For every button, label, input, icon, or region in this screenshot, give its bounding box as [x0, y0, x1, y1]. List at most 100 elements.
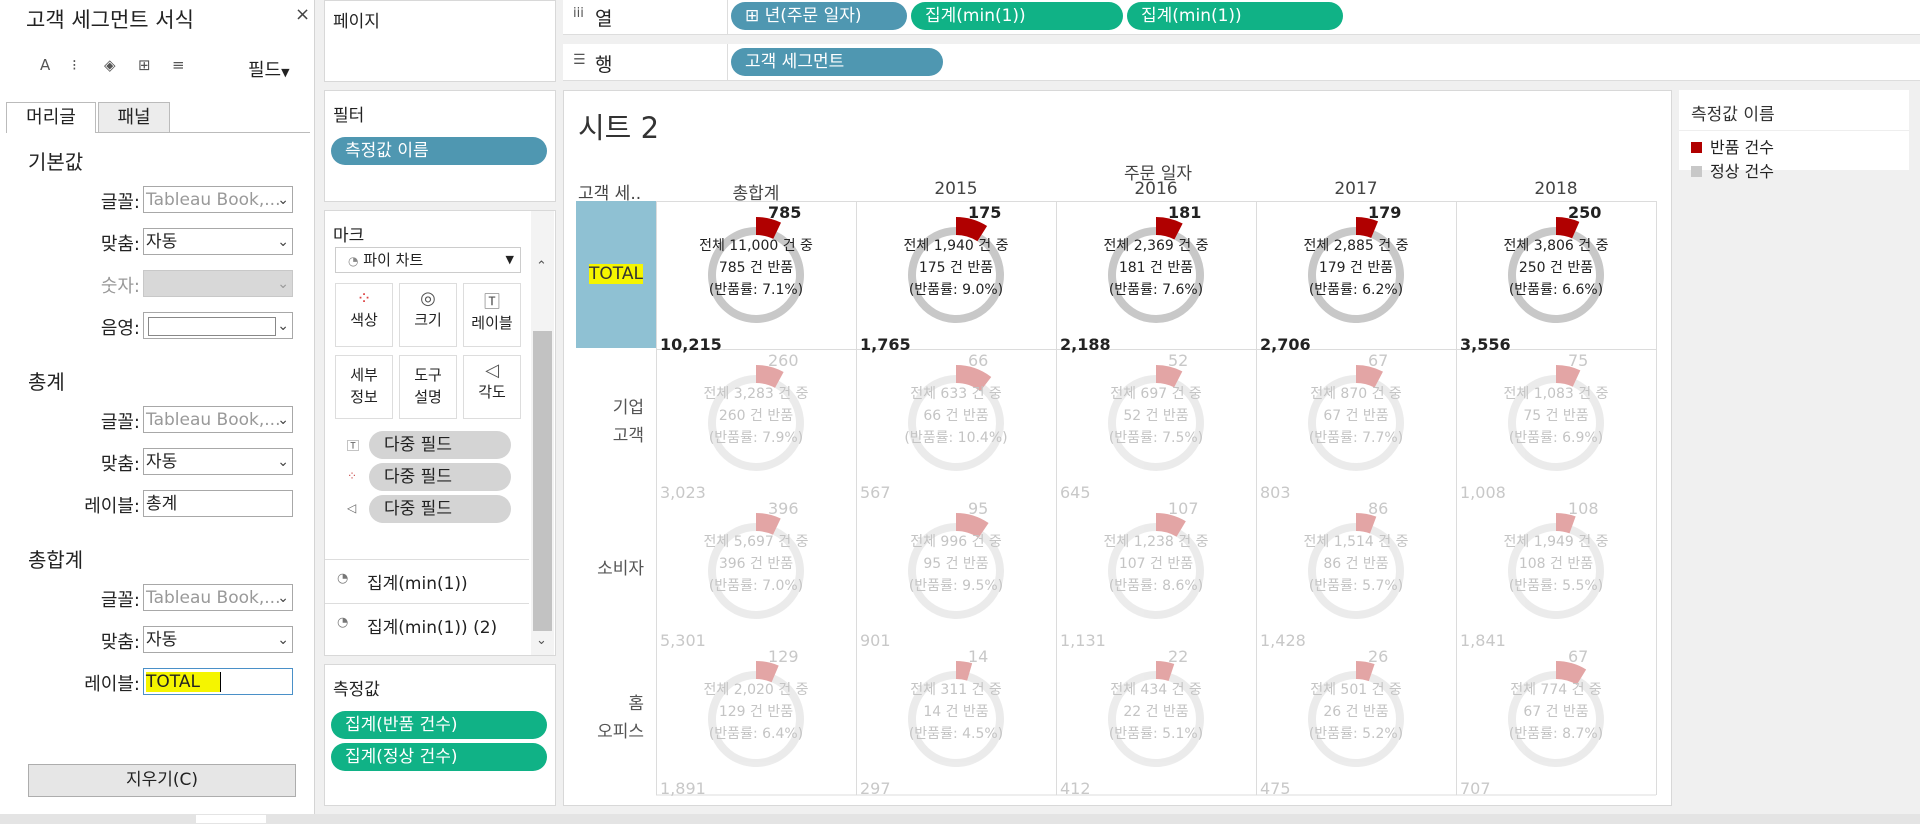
font-tool-icon[interactable]: A	[40, 56, 50, 74]
filters-shelf[interactable]: 필터 측정값 이름	[324, 90, 556, 202]
default-align-select[interactable]: 자동 ⌄	[143, 228, 293, 255]
color-button[interactable]: ⁘ 색상	[335, 283, 393, 347]
pie-label-line: 전체 774 건 중	[1510, 682, 1602, 698]
pie-label-3-3: 전체 501 건 중 26 건 반품 (반품률: 5.2%)	[1276, 679, 1436, 745]
tooltip-button-label: 도구 설명	[414, 366, 442, 406]
legend-item-normal[interactable]: 정상 건수	[1691, 158, 1774, 182]
horizontal-scrollbar[interactable]	[0, 814, 1920, 824]
multi-field-pill-angle[interactable]: 다중 필드	[369, 495, 511, 523]
field-dropdown-button[interactable]: 필드▼	[248, 56, 290, 82]
measure-pill-returns[interactable]: 집계(반품 건수)	[331, 711, 547, 739]
pie-label-line: (반품률: 7.1%)	[708, 282, 804, 298]
pie-label-3-1: 전체 311 건 중 14 건 반품 (반품률: 4.5%)	[876, 679, 1036, 745]
pie-label-line: 전체 11,000 건 중	[699, 238, 813, 254]
close-icon[interactable]: ×	[295, 4, 310, 25]
marks-scrollbar[interactable]: ⌃ ⌄	[531, 211, 554, 655]
grand-font-select[interactable]: Tableau Book,... ⌄	[143, 584, 293, 611]
chevron-down-icon: ⌄	[277, 276, 289, 292]
pie-label-line: 260 건 반품	[718, 408, 794, 424]
label-button-label: 레이블	[471, 314, 513, 332]
worksheet-view: 시트 2 주문 일자 고객 세.. 총합계 2015 2016 2017 2018 TO…	[563, 90, 1672, 806]
label-icon: 🅃	[483, 292, 500, 311]
default-shade-select[interactable]: ⌄	[143, 312, 293, 339]
shade-swatch	[148, 317, 276, 336]
totals-label-input[interactable]: 총계	[143, 490, 293, 517]
pie-label-line: 67 건 반품	[1523, 704, 1589, 720]
measure-pill-normal[interactable]: 집계(정상 건수)	[331, 743, 547, 771]
borders-tool-icon[interactable]: ⊞	[138, 56, 151, 74]
totals-font-select[interactable]: Tableau Book,... ⌄	[143, 406, 293, 433]
pie-label-line: 14 건 반품	[923, 704, 989, 720]
columns-shelf[interactable]: iii 열 ⊞ 년(주문 일자) 집계(min(1)) 집계(min(1))	[563, 0, 1920, 35]
tab-pane[interactable]: 패널	[98, 102, 170, 132]
columns-label: 열	[595, 8, 613, 30]
column-pill-order-year[interactable]: ⊞ 년(주문 일자)	[731, 2, 907, 30]
size-button[interactable]: ◎ 크기	[399, 283, 457, 347]
pages-title: 페이지	[333, 12, 380, 32]
pie-label-line: (반품률: 8.6%)	[1108, 578, 1204, 594]
grand-align-label: 맞춤:	[100, 632, 140, 653]
pie-label-line: 66 건 반품	[923, 408, 989, 424]
grand-label-input[interactable]: TOTAL	[143, 668, 293, 695]
grand-label-label: 레이블:	[84, 674, 140, 695]
totals-align-select[interactable]: 자동 ⌄	[143, 448, 293, 475]
column-pill-min1-b[interactable]: 집계(min(1))	[1127, 2, 1343, 30]
pages-shelf[interactable]: 페이지	[324, 0, 556, 82]
pie-label-line: 전체 1,949 건 중	[1503, 534, 1609, 550]
label-button[interactable]: 🅃 레이블	[463, 283, 521, 347]
chevron-down-icon: ⌄	[277, 590, 289, 606]
multi-field-pill-label[interactable]: 다중 필드	[369, 431, 511, 459]
grand-align-select[interactable]: 자동 ⌄	[143, 626, 293, 653]
returns-value: 75	[1568, 351, 1589, 370]
pie-label-0-1: 전체 1,940 건 중 175 건 반품 (반품률: 9.0%)	[876, 235, 1036, 301]
row-pill-customer-segment[interactable]: 고객 세그먼트	[731, 48, 943, 76]
rows-shelf[interactable]: ☰ 행 고객 세그먼트	[563, 44, 1920, 81]
legend-swatch-returns	[1691, 142, 1702, 153]
pie-label-line: 181 건 반품	[1118, 260, 1194, 276]
legend-label-normal: 정상 건수	[1710, 162, 1774, 181]
default-font-value: Tableau Book,...	[146, 190, 281, 210]
multi-field-pill-color[interactable]: 다중 필드	[369, 463, 511, 491]
pie-label-line: 전체 434 건 중	[1110, 682, 1202, 698]
default-font-label: 글꼴:	[100, 192, 140, 213]
default-font-select[interactable]: Tableau Book,... ⌄	[143, 186, 293, 213]
shading-tool-icon[interactable]: ◈	[104, 56, 116, 74]
pie-label-line: 52 건 반품	[1123, 408, 1189, 424]
normal-value: 645	[1060, 483, 1091, 502]
mark-type-select[interactable]: ◔ 파이 차트 ▼	[335, 247, 521, 273]
returns-value: 785	[768, 203, 802, 222]
angle-button[interactable]: ◁ 각도	[463, 355, 521, 419]
detail-button[interactable]: 세부 정보	[335, 355, 393, 419]
aggregate-tab-1[interactable]: 집계(min(1))	[367, 569, 468, 594]
scrollbar-thumb[interactable]	[533, 331, 552, 631]
pie-label-line: (반품률: 5.2%)	[1308, 726, 1404, 742]
color-button-label: 색상	[350, 311, 378, 329]
pie-label-2-3: 전체 1,514 건 중 86 건 반품 (반품률: 5.7%)	[1276, 531, 1436, 597]
alignment-tool-icon[interactable]: ⁝	[72, 56, 77, 74]
pie-label-line: (반품률: 9.0%)	[908, 282, 1004, 298]
scrollbar-thumb[interactable]	[196, 815, 266, 823]
clear-button[interactable]: 지우기(C)	[28, 764, 296, 797]
returns-value: 108	[1568, 499, 1599, 518]
color-icon: ⁘	[356, 288, 372, 309]
chevron-up-icon[interactable]: ⌃	[536, 259, 547, 274]
format-pane-title: 고객 세그먼트 서식	[26, 8, 194, 32]
size-button-label: 크기	[414, 311, 442, 329]
measure-values-title: 측정값	[333, 680, 380, 700]
column-pill-min1-a[interactable]: 집계(min(1))	[911, 2, 1123, 30]
measure-values-shelf[interactable]: 측정값 집계(반품 건수) 집계(정상 건수)	[324, 664, 556, 806]
aggregate-tab-2[interactable]: 집계(min(1)) (2)	[367, 613, 497, 638]
pie-label-3-0: 전체 2,020 건 중 129 건 반품 (반품률: 6.4%)	[676, 679, 836, 745]
legend-item-returns[interactable]: 반품 건수	[1691, 134, 1774, 158]
normal-value: 2,188	[1060, 335, 1111, 354]
pie-icon: ◔	[337, 571, 349, 586]
tooltip-button[interactable]: 도구 설명	[399, 355, 457, 419]
chevron-down-icon[interactable]: ⌄	[536, 633, 547, 648]
pie-label-line: 전체 2,885 건 중	[1303, 238, 1409, 254]
tab-header[interactable]: 머리글	[6, 102, 96, 133]
pie-label-2-4: 전체 1,949 건 중 108 건 반품 (반품률: 5.5%)	[1476, 531, 1636, 597]
filter-pill-measure-names[interactable]: 측정값 이름	[331, 137, 547, 165]
normal-value: 1,131	[1060, 631, 1106, 650]
returns-value: 396	[768, 499, 799, 518]
lines-tool-icon[interactable]: ≡	[172, 56, 185, 74]
